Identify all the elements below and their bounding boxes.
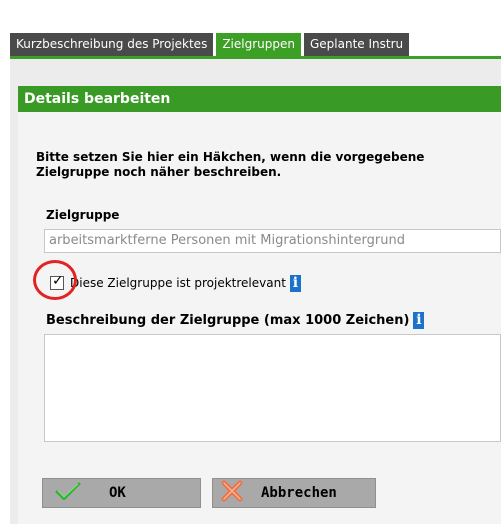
ok-button[interactable]: OK — [42, 478, 201, 508]
tab-zielgruppen[interactable]: Zielgruppen — [216, 33, 301, 56]
beschreibung-label: Beschreibung der Zielgruppe (max 1000 Ze… — [46, 313, 410, 328]
highlight-circle — [33, 260, 77, 300]
info-icon[interactable]: i — [413, 312, 425, 329]
tab-kurzbeschreibung[interactable]: Kurzbeschreibung des Projektes — [10, 33, 214, 56]
zielgruppe-field: arbeitsmarktferne Personen mit Migration… — [44, 229, 501, 253]
tab-bar: Kurzbeschreibung des Projektes Zielgrupp… — [0, 0, 501, 56]
checkmark-icon — [55, 482, 81, 504]
intro-line-1: Bitte setzen Sie hier ein Häkchen, wenn … — [36, 150, 425, 164]
intro-line-2: Zielgruppe noch näher beschreiben. — [36, 165, 282, 179]
cross-icon — [221, 480, 243, 506]
zielgruppe-label: Zielgruppe — [46, 208, 120, 222]
tabs: Kurzbeschreibung des Projektes Zielgrupp… — [10, 33, 410, 56]
cancel-button[interactable]: Abbrechen — [212, 478, 376, 508]
relevant-label: Diese Zielgruppe ist projektrelevant — [70, 276, 286, 290]
tab-geplante-instrumente[interactable]: Geplante Instru — [303, 33, 410, 56]
relevant-row: Diese Zielgruppe ist projektrelevant i — [50, 273, 301, 293]
ok-label: OK — [109, 485, 126, 501]
beschreibung-label-row: Beschreibung der Zielgruppe (max 1000 Ze… — [46, 312, 425, 329]
intro-text: Bitte setzen Sie hier ein Häkchen, wenn … — [36, 150, 501, 180]
info-icon[interactable]: i — [289, 274, 301, 292]
cancel-label: Abbrechen — [261, 485, 337, 501]
panel-title: Details bearbeiten — [18, 86, 501, 112]
beschreibung-textarea[interactable] — [44, 334, 501, 442]
